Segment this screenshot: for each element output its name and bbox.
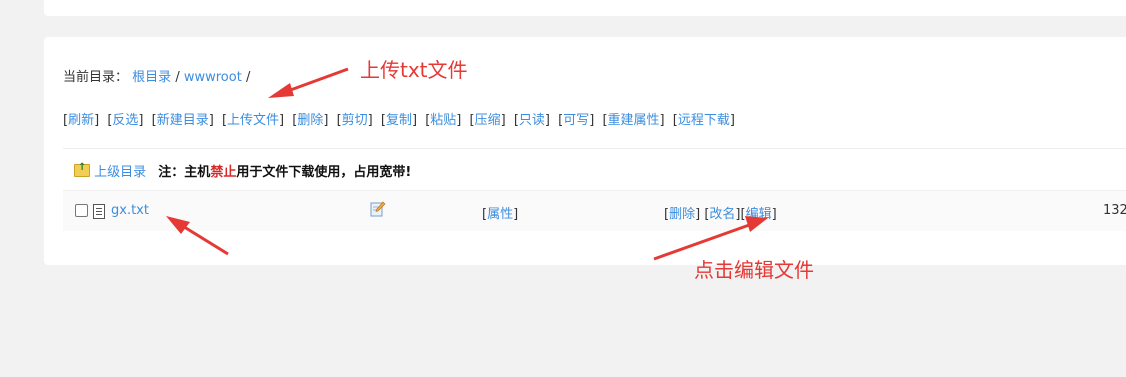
- annotation-arrows: [166, 67, 768, 261]
- upload-arrow: [268, 67, 349, 98]
- edit-arrow: [653, 216, 768, 261]
- file-arrow: [166, 216, 229, 256]
